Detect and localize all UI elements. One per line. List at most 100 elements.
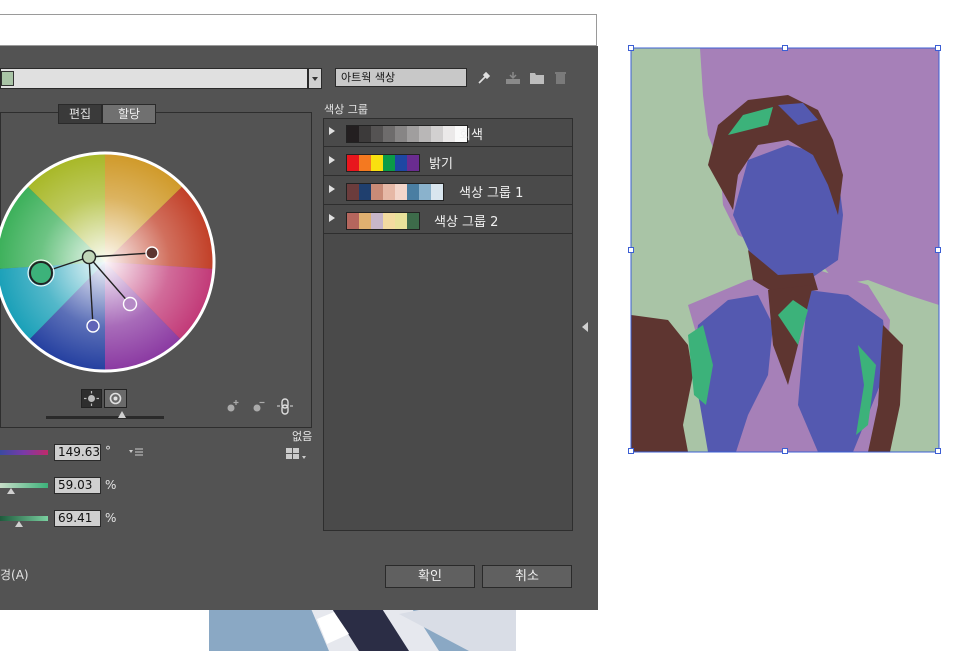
color-groups-title: 색상 그룹 [324,103,368,116]
color-swatch[interactable] [383,155,395,171]
saturation-icon [109,392,122,405]
color-mode-menu-icon[interactable] [128,446,144,458]
none-label: 없음 [292,430,313,443]
hue-value-field[interactable]: 149.63 [54,444,101,461]
background-photo [209,604,516,651]
color-swatch[interactable] [371,213,383,229]
swatch-strip[interactable] [346,125,468,143]
color-swatch[interactable] [407,184,419,200]
hue-slider[interactable] [0,450,48,455]
tab-assign[interactable]: 할당 [102,104,156,124]
selection-handle[interactable] [628,45,634,51]
show-saturation-button[interactable] [104,389,127,408]
active-colors-dropdown[interactable] [308,68,322,89]
color-swatch[interactable] [371,126,383,142]
color-swatch[interactable] [359,184,371,200]
selection-handle[interactable] [782,448,788,454]
active-color-swatch[interactable] [1,71,14,86]
selection-handle[interactable] [935,45,941,51]
brightness-slider[interactable] [0,516,48,521]
saturation-value-field[interactable]: 59.03 [54,477,101,494]
color-swatch[interactable] [407,126,419,142]
color-swatch[interactable] [431,126,443,142]
color-group-label: 회색 [459,128,483,143]
tab-edit[interactable]: 편집 [58,104,102,124]
partial-option-label[interactable]: 경(A) [0,566,29,583]
color-swatch[interactable] [419,184,431,200]
color-marker[interactable] [145,246,159,260]
add-color-tool-icon[interactable] [225,398,241,414]
color-marker[interactable] [81,249,97,265]
color-swatch[interactable] [395,155,407,171]
color-swatch[interactable] [443,126,455,142]
color-wheel[interactable] [0,150,220,376]
brightness-value-field[interactable]: 69.41 [54,510,101,527]
eyedropper-icon[interactable] [476,70,492,86]
slider-thumb[interactable] [118,411,126,418]
color-swatch[interactable] [407,213,419,229]
color-swatch[interactable] [395,213,407,229]
degree-unit: ° [105,444,111,458]
color-swatch[interactable] [431,184,443,200]
percent-unit: % [105,511,117,525]
swatch-strip[interactable] [346,212,420,230]
collapse-panel-icon[interactable] [582,322,588,332]
color-group-label: 색상 그룹 1 [459,186,524,201]
color-group-label: 밝기 [429,157,453,172]
expand-triangle-icon[interactable] [329,127,335,135]
brightness-thumb[interactable] [15,521,23,527]
color-swatch[interactable] [407,155,419,171]
color-marker[interactable] [86,319,100,333]
color-swatch[interactable] [347,155,359,171]
link-harmony-icon[interactable] [276,397,296,415]
selection-handle[interactable] [628,448,634,454]
color-library-icon[interactable] [285,447,309,461]
color-swatch[interactable] [383,184,395,200]
color-swatch[interactable] [347,213,359,229]
new-group-folder-icon[interactable] [529,71,545,85]
color-swatch[interactable] [419,126,431,142]
expand-triangle-icon[interactable] [329,185,335,193]
color-group-row[interactable]: 밝기 [324,148,572,176]
selection-handle[interactable] [628,247,634,253]
selection-handle[interactable] [782,45,788,51]
color-swatch[interactable] [347,184,359,200]
recolored-artwork[interactable] [628,45,943,455]
remove-color-tool-icon[interactable] [251,398,267,414]
cancel-button[interactable]: 취소 [482,565,572,588]
selection-handle[interactable] [935,448,941,454]
chevron-down-icon [312,77,318,81]
color-swatch[interactable] [371,184,383,200]
percent-unit: % [105,478,117,492]
document-title-bar [0,14,597,46]
ok-button[interactable]: 확인 [385,565,475,588]
swatch-strip[interactable] [346,183,444,201]
color-marker[interactable] [122,296,138,312]
color-swatch[interactable] [395,126,407,142]
base-color-marker[interactable] [29,261,53,285]
color-swatch[interactable] [359,213,371,229]
saturation-thumb[interactable] [7,488,15,494]
active-colors-bar[interactable] [0,68,308,89]
selection-handle[interactable] [935,247,941,253]
color-swatch[interactable] [383,126,395,142]
color-swatch[interactable] [395,184,407,200]
color-group-name-field[interactable]: 아트웍 색상 [335,68,467,87]
show-brightness-button[interactable] [81,389,102,408]
color-group-row[interactable]: 회색 [324,119,572,147]
save-group-icon[interactable] [505,71,521,85]
trash-icon[interactable] [554,71,567,85]
expand-triangle-icon[interactable] [329,156,335,164]
color-group-label: 색상 그룹 2 [434,215,499,230]
color-swatch[interactable] [359,155,371,171]
color-swatch[interactable] [359,126,371,142]
sun-icon [84,391,99,406]
color-swatch[interactable] [383,213,395,229]
wheel-brightness-slider[interactable] [46,416,164,419]
color-group-row[interactable]: 색상 그룹 2 [324,206,572,234]
swatch-strip[interactable] [346,154,420,172]
color-group-row[interactable]: 색상 그룹 1 [324,177,572,205]
color-swatch[interactable] [347,126,359,142]
color-swatch[interactable] [371,155,383,171]
expand-triangle-icon[interactable] [329,214,335,222]
